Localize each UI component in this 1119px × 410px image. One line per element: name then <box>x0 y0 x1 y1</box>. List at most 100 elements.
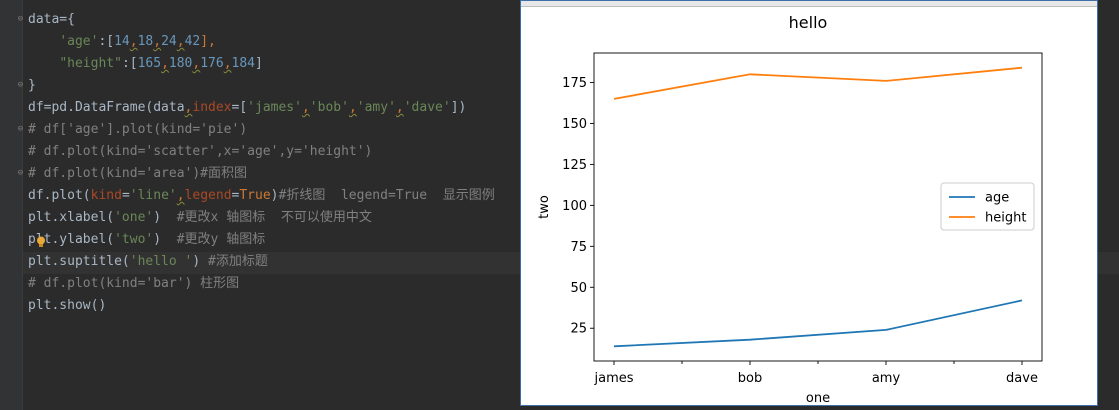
code-token: 14 <box>114 34 130 49</box>
code-token: , <box>176 34 185 49</box>
code-token: , <box>348 100 357 115</box>
fold-close-icon[interactable]: ⊖ <box>16 81 25 90</box>
code-editor[interactable]: ⊖ ⊖ ⊖ ⊖ data={ 'age':[14,18,24,42], "hei… <box>0 0 520 410</box>
code-token: plt.xlabel( <box>28 210 115 225</box>
code-token: df=pd.DataFrame(data <box>28 100 185 115</box>
code-token: 'dave' <box>403 100 451 115</box>
code-token: , <box>223 56 232 71</box>
code-token: 'amy' <box>356 100 396 115</box>
code-token: 176 <box>200 56 224 71</box>
legend-label: age <box>985 191 1009 206</box>
x-tick-label: bob <box>738 371 762 386</box>
code-token: , <box>161 56 169 71</box>
code-line[interactable]: "height":[165,180,176,184] <box>28 53 263 75</box>
code-token: , <box>301 100 310 115</box>
chart-title: hello <box>789 13 828 32</box>
code-line[interactable]: plt.ylabel('two') #更改y 轴图标 <box>28 229 265 251</box>
fold-open-icon[interactable]: ⊖ <box>16 15 25 24</box>
code-token: data={ <box>28 12 75 27</box>
code-token: 'james' <box>247 100 302 115</box>
code-line[interactable]: # df.plot(kind='bar') 柱形图 <box>28 273 239 295</box>
fold-comment-end-icon[interactable]: ⊖ <box>16 169 25 178</box>
code-line[interactable]: plt.xlabel('one') #更改x 轴图标 不可以使用中文 <box>28 207 372 229</box>
line-chart: hello 25 50 75 100 125 150 175 james bob amy dave… <box>537 13 1043 406</box>
gutter-separator <box>22 0 23 410</box>
chart-legend: age height <box>940 182 1035 231</box>
code-line[interactable]: # df.plot(kind='scatter',x='age',y='heig… <box>28 141 372 163</box>
code-token: 'two' <box>114 232 154 247</box>
code-token: ) <box>153 232 177 247</box>
y-tick-label: 175 <box>562 76 587 91</box>
y-tick-label: 25 <box>570 322 587 337</box>
code-token: 'bob' <box>309 100 349 115</box>
editor-gutter <box>0 0 22 410</box>
code-token: # df.plot(kind='bar') 柱形图 <box>28 276 240 291</box>
code-token: ) <box>270 188 279 203</box>
code-token: #添加标题 <box>208 254 268 269</box>
code-token: ]) <box>450 100 467 115</box>
code-token: #更改x 轴图标 不可以使用中文 <box>176 210 372 225</box>
code-token: = <box>121 188 130 203</box>
y-axis-label: two <box>537 195 552 219</box>
code-token: 'age' <box>59 34 99 49</box>
y-tick-label: 150 <box>562 117 587 132</box>
code-token: legend <box>184 188 232 203</box>
code-token: # df.plot(kind='area')#面积图 <box>28 166 248 181</box>
code-line[interactable]: # df['age'].plot(kind='pie') <box>28 119 247 141</box>
code-token: "height" <box>59 56 122 71</box>
code-token: # df.plot(kind='scatter',x='age',y='heig… <box>28 144 373 159</box>
code-token: # df['age'].plot(kind='pie') <box>28 122 248 137</box>
code-token: 184 <box>231 56 256 71</box>
code-line[interactable]: plt.suptitle('hello ') #添加标题 <box>28 251 268 273</box>
code-line[interactable]: df=pd.DataFrame(data,index=['james','bob… <box>28 97 466 119</box>
code-line[interactable]: df.plot(kind='line',legend=True)#折线图 leg… <box>28 185 495 207</box>
code-token: plt.show() <box>28 298 107 313</box>
code-token: 42 <box>184 34 201 49</box>
code-line[interactable]: 'age':[14,18,24,42], <box>28 31 216 53</box>
code-token: ) <box>192 254 209 269</box>
code-line[interactable]: data={ <box>28 9 75 31</box>
code-token: , <box>153 34 162 49</box>
code-token: , <box>395 100 404 115</box>
plot-window-titlebar[interactable] <box>521 1 1097 7</box>
x-tick-label: dave <box>1006 371 1038 386</box>
code-token: 165 <box>137 56 162 71</box>
legend-label: height <box>985 211 1026 226</box>
code-token: , <box>129 34 138 49</box>
code-token: 24 <box>161 34 177 49</box>
x-tick-label: amy <box>872 371 901 386</box>
lightbulb-icon[interactable] <box>36 236 46 248</box>
code-token: =[ <box>231 100 248 115</box>
code-token: ], <box>200 34 216 49</box>
y-tick-label: 50 <box>570 281 587 296</box>
editor-right-edge <box>1098 0 1119 410</box>
code-token: , <box>176 188 185 203</box>
y-tick-label: 125 <box>562 158 587 173</box>
code-token: ) <box>153 210 177 225</box>
code-token: 18 <box>137 34 154 49</box>
code-token: df.plot( <box>28 188 91 203</box>
code-token: } <box>28 78 36 93</box>
fold-comment-icon[interactable]: ⊖ <box>16 125 25 134</box>
code-line[interactable]: plt.show() <box>28 295 106 317</box>
code-token: plt.suptitle( <box>28 254 130 269</box>
code-token: 'hello ' <box>129 254 193 269</box>
x-axis-label: one <box>806 391 830 405</box>
code-token: 'line' <box>129 188 177 203</box>
code-token: index <box>192 100 232 115</box>
code-line[interactable]: # df.plot(kind='area')#面积图 <box>28 163 247 185</box>
y-tick-label: 100 <box>562 199 587 214</box>
code-token: :[ <box>121 56 138 71</box>
code-token: ] <box>255 56 263 71</box>
code-token: 180 <box>168 56 193 71</box>
code-token: :[ <box>98 34 115 49</box>
y-tick-label: 75 <box>570 240 587 255</box>
code-token: #更改y 轴图标 <box>176 232 266 247</box>
code-token: True <box>239 188 271 203</box>
code-line[interactable]: } <box>28 75 36 97</box>
series-line-age <box>613 299 1023 348</box>
plot-window[interactable]: hello 25 50 75 100 125 150 175 james bob amy dave… <box>520 0 1098 406</box>
code-token: #折线图 legend=True 显示图例 <box>278 188 495 203</box>
